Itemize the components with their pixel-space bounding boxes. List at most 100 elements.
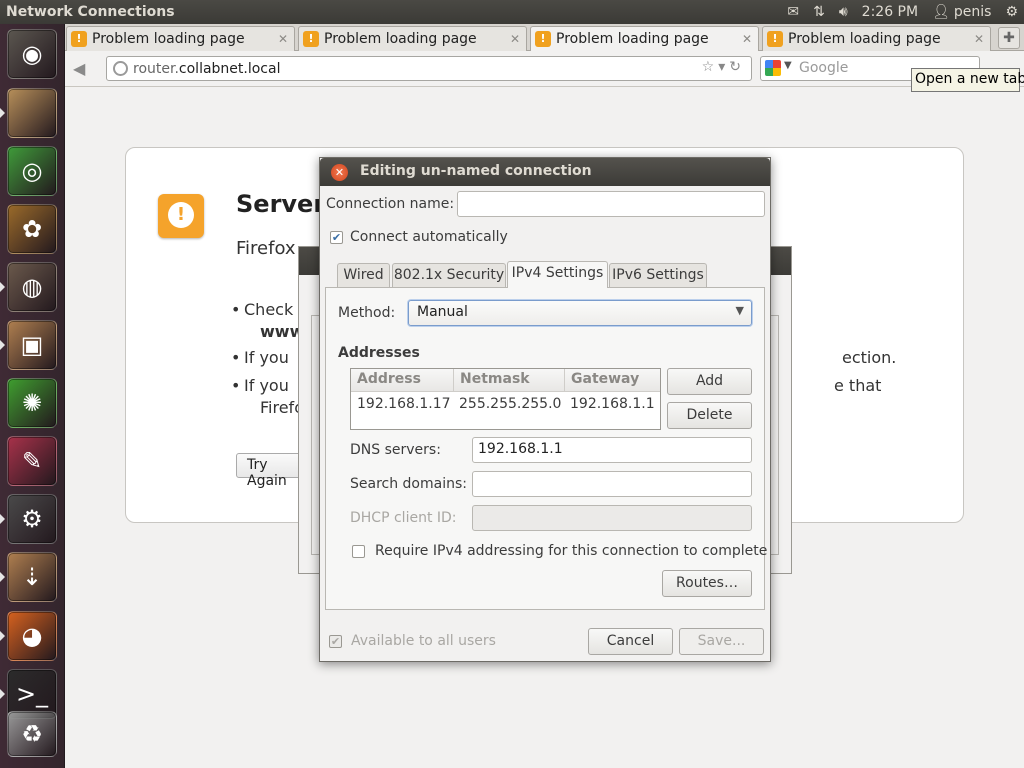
- tab-close-icon[interactable]: ✕: [974, 32, 984, 46]
- error-bullet-tail: ection.: [842, 348, 897, 367]
- running-indicator: [0, 689, 5, 699]
- warning-favicon-icon: !: [767, 31, 783, 47]
- connect-automatically-label: Connect automatically: [350, 229, 508, 245]
- paint-icon[interactable]: ✿: [7, 204, 57, 254]
- browser-tab[interactable]: ! Problem loading page ✕: [66, 26, 295, 51]
- ubuntu-dash-icon[interactable]: ◉: [7, 29, 57, 79]
- network-icon[interactable]: ⇅: [813, 4, 825, 20]
- mail-icon[interactable]: ✉: [787, 4, 799, 20]
- update-manager-icon[interactable]: ⇣: [7, 552, 57, 602]
- available-to-all-users-checkbox[interactable]: ✔: [329, 635, 342, 648]
- history-dropdown-icon[interactable]: ▾: [718, 59, 729, 75]
- edit-connection-dialog: ✕ Editing un-named connection Connection…: [319, 157, 771, 662]
- add-button[interactable]: Add: [667, 368, 752, 395]
- running-indicator: [0, 631, 5, 641]
- warning-favicon-icon: !: [303, 31, 319, 47]
- app-title: Network Connections: [6, 4, 175, 20]
- column-header-address[interactable]: Address: [351, 369, 454, 392]
- user-name: penis: [953, 4, 992, 20]
- table-cell-netmask[interactable]: 255.255.255.0: [459, 396, 561, 412]
- user-menu[interactable]: 👤︎ penis: [932, 4, 991, 20]
- warning-icon: !: [158, 194, 204, 238]
- url-host-prefix: router.: [133, 60, 179, 77]
- connection-name-field[interactable]: [457, 191, 765, 217]
- software-center-icon[interactable]: ✺: [7, 378, 57, 428]
- system-settings-icon[interactable]: ⚙: [7, 494, 57, 544]
- tab-ipv6-settings[interactable]: IPv6 Settings: [609, 263, 707, 287]
- gear-icon[interactable]: ⚙: [1005, 4, 1018, 20]
- tab-8021x-security[interactable]: 802.1x Security: [392, 263, 506, 287]
- addresses-table[interactable]: Address Netmask Gateway 192.168.1.17 255…: [350, 368, 661, 430]
- require-ipv4-checkbox[interactable]: [352, 545, 365, 558]
- method-value: Manual: [417, 304, 468, 320]
- browser-tab-label: Problem loading page: [556, 31, 709, 47]
- tab-ipv4-settings[interactable]: IPv4 Settings: [507, 261, 608, 288]
- google-icon[interactable]: [765, 60, 781, 76]
- volume-icon[interactable]: 🔊︎: [839, 4, 848, 20]
- available-to-all-users-label: Available to all users: [351, 633, 496, 649]
- url-domain: collabnet.local: [178, 60, 281, 77]
- search-domains-field[interactable]: [472, 471, 752, 497]
- routes-button[interactable]: Routes…: [662, 570, 752, 597]
- new-tab-button[interactable]: ✚: [998, 27, 1020, 49]
- back-arrow-icon[interactable]: ◀: [73, 59, 85, 78]
- require-ipv4-label: Require IPv4 addressing for this connect…: [375, 543, 768, 559]
- delete-button[interactable]: Delete: [667, 402, 752, 429]
- indicator-area: ✉ ⇅ 🔊︎ 2:26 PM 👤︎ penis ⚙: [787, 0, 1018, 24]
- tab-close-icon[interactable]: ✕: [510, 32, 520, 46]
- dhcp-client-id-label: DHCP client ID:: [350, 510, 457, 526]
- browser-tab-bar: ! Problem loading page ✕ ! Problem loadi…: [65, 24, 1024, 51]
- files-icon[interactable]: [7, 88, 57, 138]
- tab-close-icon[interactable]: ✕: [278, 32, 288, 46]
- addresses-heading: Addresses: [338, 345, 420, 361]
- connect-automatically-checkbox[interactable]: ✔: [330, 231, 343, 244]
- error-bullet: Check: [231, 300, 293, 319]
- error-title: Server: [236, 190, 326, 218]
- trash-icon[interactable]: ♻: [7, 711, 57, 757]
- bookmark-star-icon[interactable]: ☆: [702, 59, 719, 75]
- connection-name-label: Connection name:: [326, 196, 455, 212]
- new-tab-tooltip: Open a new tab: [911, 68, 1024, 92]
- text-editor-icon[interactable]: ✎: [7, 436, 57, 486]
- ipv4-settings-page: Method: Manual ▼ Addresses Address Netma…: [325, 287, 768, 610]
- dhcp-client-id-field[interactable]: [472, 505, 752, 531]
- column-header-netmask[interactable]: Netmask: [454, 369, 565, 392]
- top-panel: Network Connections ✉ ⇅ 🔊︎ 2:26 PM 👤︎ pe…: [0, 0, 1024, 24]
- browser-tab[interactable]: ! Problem loading page ✕: [762, 26, 991, 51]
- table-cell-address[interactable]: 192.168.1.17: [357, 396, 451, 412]
- user-icon: 👤︎: [932, 4, 950, 20]
- column-header-gateway[interactable]: Gateway: [565, 369, 660, 392]
- clock[interactable]: 2:26 PM: [862, 4, 918, 20]
- method-label: Method:: [338, 305, 396, 321]
- url-bar[interactable]: router. collabnet.local ☆▾↻: [106, 56, 752, 81]
- browser-tab-label: Problem loading page: [92, 31, 245, 47]
- package-icon[interactable]: ▣: [7, 320, 57, 370]
- method-dropdown[interactable]: Manual ▼: [408, 300, 752, 326]
- save-button[interactable]: Save...: [679, 628, 764, 655]
- dialog-title: Editing un-named connection: [360, 163, 592, 179]
- running-indicator: [0, 282, 5, 292]
- close-icon[interactable]: ✕: [331, 164, 348, 181]
- error-bullet: If you: [231, 376, 289, 395]
- chevron-down-icon[interactable]: ▼: [784, 60, 792, 71]
- reload-icon[interactable]: ↻: [729, 59, 745, 75]
- warning-favicon-icon: !: [71, 31, 87, 47]
- navigation-bar: ◀ router. collabnet.local ☆▾↻ ▼ Google: [65, 51, 1024, 87]
- speaker-icon[interactable]: ◍: [7, 262, 57, 312]
- table-cell-gateway[interactable]: 192.168.1.1: [570, 396, 655, 412]
- error-description: Firefox: [236, 238, 296, 259]
- dns-servers-field[interactable]: 192.168.1.1: [472, 437, 752, 463]
- running-indicator: [0, 108, 5, 118]
- chrome-icon[interactable]: ◎: [7, 146, 57, 196]
- browser-tab-active[interactable]: ! Problem loading page ✕: [530, 26, 759, 51]
- dns-servers-label: DNS servers:: [350, 442, 441, 458]
- running-indicator: [0, 340, 5, 350]
- cancel-button[interactable]: Cancel: [588, 628, 673, 655]
- error-bullet: If you: [231, 348, 289, 367]
- chevron-down-icon: ▼: [735, 304, 744, 317]
- browser-tab[interactable]: ! Problem loading page ✕: [298, 26, 527, 51]
- search-domains-label: Search domains:: [350, 476, 467, 492]
- tab-wired[interactable]: Wired: [337, 263, 390, 287]
- tab-close-icon[interactable]: ✕: [742, 32, 752, 46]
- firefox-icon[interactable]: ◕: [7, 611, 57, 661]
